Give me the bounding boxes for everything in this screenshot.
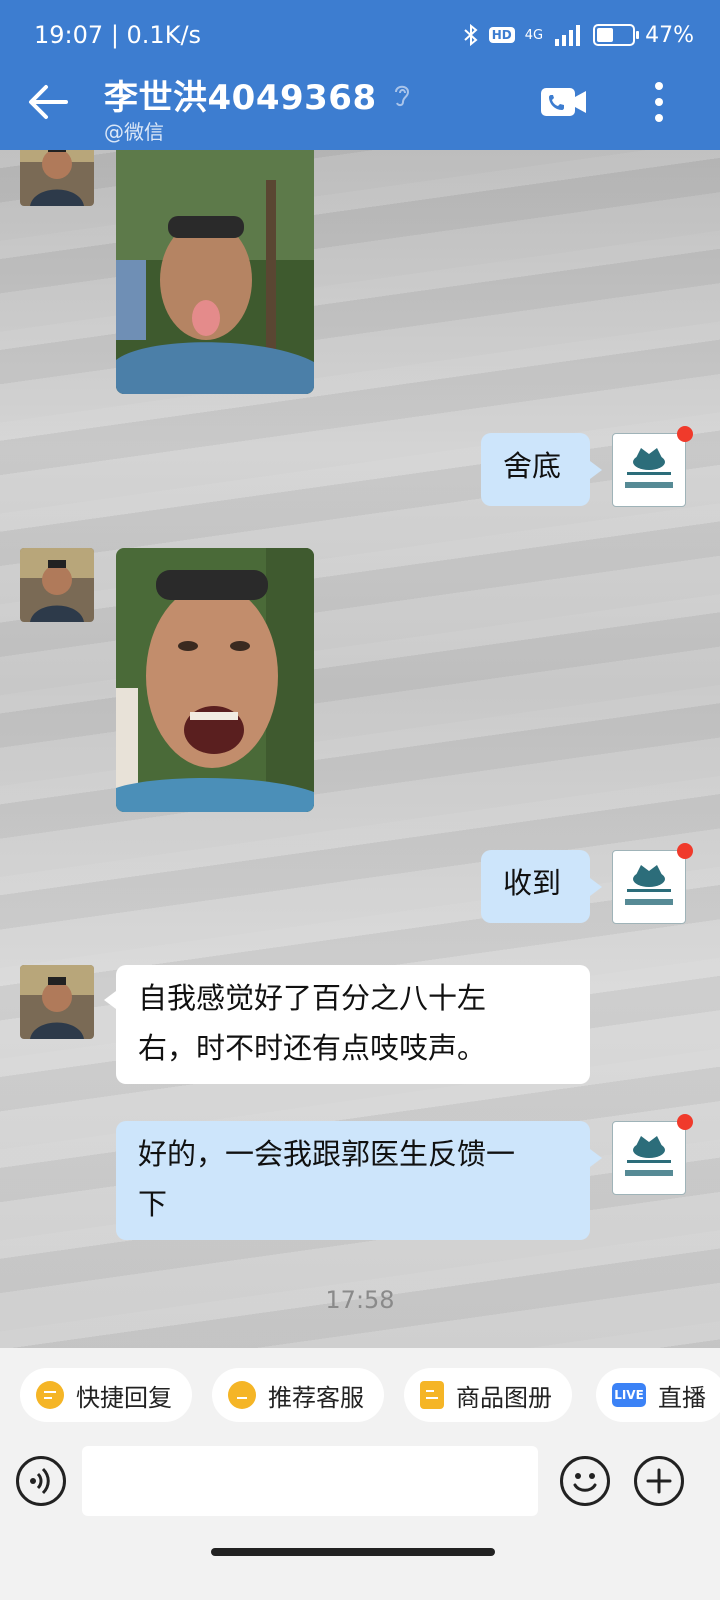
bluetooth-icon	[464, 23, 478, 47]
clinic-logo-icon	[625, 1136, 673, 1176]
status-time: 19:07	[34, 21, 104, 49]
video-call-icon[interactable]	[540, 86, 588, 118]
clinic-logo-icon	[625, 448, 673, 488]
more-functions-button[interactable]	[634, 1456, 684, 1506]
status-right: HD 4G 47%	[463, 23, 694, 48]
contact-title[interactable]: 李世洪4049368	[104, 70, 413, 119]
voice-input-button[interactable]	[16, 1456, 66, 1506]
back-arrow-icon[interactable]	[26, 82, 70, 122]
status-bar: 19:07 | 0.1K/s HD 4G 47%	[34, 18, 694, 52]
clinic-logo-icon	[625, 865, 673, 905]
status-speed: 0.1K/s	[126, 21, 202, 49]
voice-icon	[30, 1467, 50, 1495]
chip-label: 推荐客服	[268, 1383, 364, 1412]
chat-header: 19:07 | 0.1K/s HD 4G 47% 李世洪4049368 @微信	[0, 0, 720, 150]
photo-message[interactable]	[116, 150, 314, 394]
my-avatar[interactable]	[612, 843, 693, 924]
message-timestamp: 17:58	[325, 1286, 395, 1314]
my-avatar[interactable]	[612, 426, 693, 507]
emoji-button[interactable]	[560, 1456, 610, 1506]
contact-source: @微信	[104, 120, 164, 144]
contact-avatar-image	[20, 548, 94, 622]
input-row	[0, 1446, 720, 1516]
message-text: 收到	[503, 866, 562, 900]
product-catalog-chip[interactable]: 商品图册	[404, 1368, 572, 1422]
message-line: 下	[138, 1187, 168, 1221]
status-divider: |	[110, 21, 127, 49]
hd-badge: HD	[488, 27, 515, 43]
message-input[interactable]	[82, 1446, 538, 1516]
status-left: 19:07 | 0.1K/s	[34, 21, 201, 49]
more-options-icon[interactable]	[650, 80, 668, 124]
contact-avatar[interactable]	[20, 965, 94, 1039]
signal-icon	[555, 25, 581, 46]
live-stream-chip[interactable]: LIVE 直播	[596, 1368, 720, 1422]
unread-dot	[677, 1114, 693, 1130]
outgoing-message-bubble[interactable]: 收到	[481, 850, 602, 923]
outgoing-message-bubble[interactable]: 舍底	[481, 433, 602, 506]
selfie-photo-1	[116, 150, 314, 394]
chip-label: 商品图册	[456, 1383, 552, 1412]
contact-avatar[interactable]	[20, 150, 94, 206]
quick-reply-chip[interactable]: 快捷回复	[20, 1368, 192, 1422]
chip-label: 直播	[658, 1383, 706, 1412]
live-icon: LIVE	[612, 1383, 646, 1407]
unread-dot	[677, 843, 693, 859]
contact-name: 李世洪4049368	[104, 78, 377, 118]
photo-message[interactable]	[116, 548, 314, 812]
chip-label: 快捷回复	[76, 1383, 172, 1412]
battery-icon	[593, 24, 640, 46]
battery-level	[597, 28, 614, 42]
ear-mode-icon	[394, 85, 409, 106]
message-text: 舍底	[503, 449, 562, 483]
recommend-service-chip[interactable]: 推荐客服	[212, 1368, 384, 1422]
contact-avatar-image	[20, 150, 94, 206]
message-line: 右，时不时还有点吱吱声。	[138, 1031, 487, 1065]
incoming-message-bubble[interactable]: 自我感觉好了百分之八十左 右，时不时还有点吱吱声。	[104, 965, 590, 1084]
selfie-photo-2	[116, 548, 314, 812]
message-list[interactable]: 舍底 收到 自我感觉好了百分之八十左 右，时不时还有点吱吱声。 好的，一会我跟郭…	[0, 150, 720, 1348]
emoji-icon	[573, 1473, 597, 1492]
unread-dot	[677, 426, 693, 442]
home-indicator[interactable]	[211, 1548, 495, 1556]
catalog-icon	[420, 1381, 444, 1409]
network-type: 4G	[524, 27, 544, 43]
composer-area: 快捷回复 推荐客服 商品图册 LIVE 直播	[0, 1348, 720, 1600]
contact-avatar-image	[20, 965, 94, 1039]
message-line: 好的，一会我跟郭医生反馈一	[138, 1137, 516, 1171]
message-line: 自我感觉好了百分之八十左	[138, 981, 487, 1015]
customer-service-icon	[228, 1381, 256, 1409]
outgoing-message-bubble[interactable]: 好的，一会我跟郭医生反馈一 下	[116, 1121, 602, 1240]
battery-percent: 47%	[645, 22, 694, 48]
quick-reply-icon	[36, 1381, 64, 1409]
my-avatar[interactable]	[612, 1114, 693, 1195]
contact-avatar[interactable]	[20, 548, 94, 622]
plus-icon	[646, 1468, 672, 1494]
